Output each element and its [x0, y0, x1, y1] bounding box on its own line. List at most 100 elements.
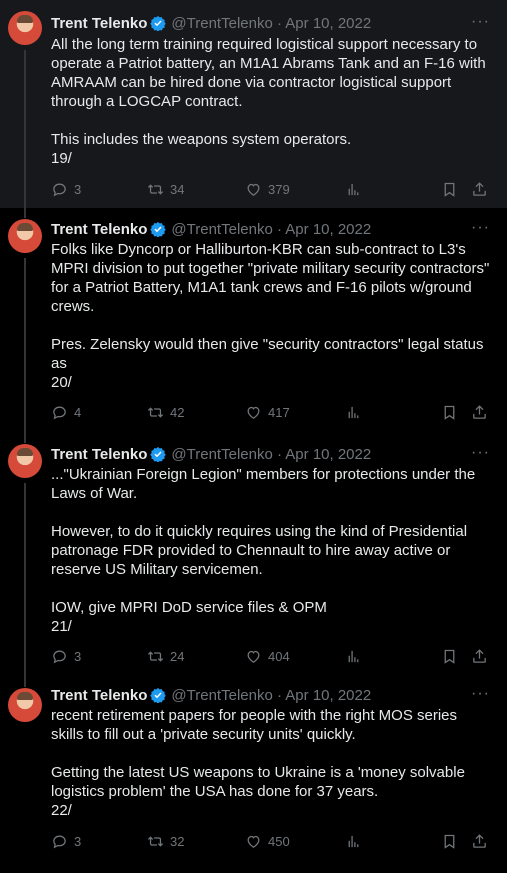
heart-icon [247, 835, 260, 848]
retweet-count: 32 [170, 833, 185, 849]
retweet-count: 24 [170, 648, 185, 664]
thread-line [24, 677, 26, 687]
handle-and-date[interactable]: @TrentTelenko · Apr 10, 2022 [171, 446, 371, 463]
reply-count: 3 [74, 181, 82, 197]
retweet-button[interactable]: 34 [147, 179, 184, 199]
reply-icon [53, 406, 66, 419]
thread-line [24, 50, 26, 208]
more-options-icon[interactable]: ··· [471, 220, 489, 240]
reply-icon [53, 183, 66, 196]
like-count: 404 [268, 648, 290, 664]
more-options-icon[interactable]: ··· [471, 445, 489, 465]
bookmark-icon [444, 405, 455, 420]
tweet-header: Trent Telenko @TrentTelenko · Apr 10, 20… [51, 219, 371, 239]
handle-and-date[interactable]: @TrentTelenko · Apr 10, 2022 [171, 221, 371, 238]
thread-line [24, 483, 26, 677]
retweet-count: 34 [170, 181, 185, 197]
retweet-icon [147, 183, 164, 195]
share-button[interactable] [471, 179, 488, 199]
views-button[interactable] [345, 646, 362, 666]
handle-and-date[interactable]: @TrentTelenko · Apr 10, 2022 [171, 15, 371, 32]
tweet[interactable]: Trent Telenko @TrentTelenko · Apr 10, 20… [0, 0, 507, 208]
verified-badge-icon [150, 688, 167, 703]
author-name[interactable]: Trent Telenko [51, 446, 147, 463]
bookmark-icon [444, 834, 455, 849]
tweet[interactable]: Trent Telenko @TrentTelenko · Apr 10, 20… [0, 208, 507, 433]
tweet-actions: 3 32 450 [51, 831, 491, 851]
tweet-actions: 3 24 404 [51, 646, 491, 666]
like-button[interactable]: 379 [245, 179, 290, 199]
avatar[interactable] [8, 11, 42, 45]
tweet[interactable]: Trent Telenko @TrentTelenko · Apr 10, 20… [0, 677, 507, 873]
retweet-icon [147, 650, 164, 662]
heart-icon [247, 650, 260, 663]
more-options-icon[interactable]: ··· [471, 14, 489, 34]
bookmark-icon [444, 649, 455, 664]
like-count: 417 [268, 404, 290, 420]
retweet-button[interactable]: 24 [147, 646, 184, 666]
verified-badge-icon [150, 222, 167, 237]
avatar[interactable] [8, 444, 42, 478]
views-button[interactable] [345, 402, 362, 422]
reply-icon [53, 835, 66, 848]
bookmark-button[interactable] [441, 646, 458, 666]
verified-badge-icon [150, 16, 167, 31]
reply-button[interactable]: 3 [51, 179, 81, 199]
reply-count: 3 [74, 648, 82, 664]
share-icon [473, 648, 486, 663]
views-chart-icon [348, 650, 359, 662]
bookmark-icon [444, 182, 455, 197]
share-icon [473, 181, 486, 196]
heart-icon [247, 183, 260, 196]
share-button[interactable] [471, 646, 488, 666]
reply-count: 3 [74, 833, 82, 849]
retweet-button[interactable]: 32 [147, 831, 184, 851]
reply-button[interactable]: 3 [51, 831, 81, 851]
avatar[interactable] [8, 219, 42, 253]
share-icon [473, 833, 486, 848]
views-button[interactable] [345, 831, 362, 851]
like-button[interactable]: 404 [245, 646, 290, 666]
share-icon [473, 404, 486, 419]
heart-icon [247, 406, 260, 419]
reply-icon [53, 650, 66, 663]
like-button[interactable]: 417 [245, 402, 290, 422]
retweet-icon [147, 406, 164, 418]
thread-line [24, 258, 26, 433]
views-chart-icon [348, 183, 359, 195]
reply-button[interactable]: 4 [51, 402, 81, 422]
views-chart-icon [348, 835, 359, 847]
share-button[interactable] [471, 402, 488, 422]
retweet-button[interactable]: 42 [147, 402, 184, 422]
tweet-text: All the long term training required logi… [51, 36, 486, 167]
views-button[interactable] [345, 179, 362, 199]
tweet-header: Trent Telenko @TrentTelenko · Apr 10, 20… [51, 444, 371, 464]
retweet-count: 42 [170, 404, 185, 420]
author-name[interactable]: Trent Telenko [51, 15, 147, 32]
reply-count: 4 [74, 404, 82, 420]
like-count: 450 [268, 833, 290, 849]
bookmark-button[interactable] [441, 179, 458, 199]
like-button[interactable]: 450 [245, 831, 290, 851]
handle-and-date[interactable]: @TrentTelenko · Apr 10, 2022 [171, 687, 371, 704]
share-button[interactable] [471, 831, 488, 851]
thread-line [24, 208, 26, 218]
tweet-actions: 3 34 379 [51, 179, 491, 199]
avatar[interactable] [8, 688, 42, 722]
retweet-icon [147, 835, 164, 847]
tweet-header: Trent Telenko @TrentTelenko · Apr 10, 20… [51, 685, 371, 705]
tweet-text: recent retirement papers for people with… [51, 707, 465, 819]
author-name[interactable]: Trent Telenko [51, 687, 147, 704]
reply-button[interactable]: 3 [51, 646, 81, 666]
thread-line [24, 433, 26, 443]
author-name[interactable]: Trent Telenko [51, 221, 147, 238]
verified-badge-icon [150, 447, 167, 462]
tweet-header: Trent Telenko @TrentTelenko · Apr 10, 20… [51, 13, 371, 33]
more-options-icon[interactable]: ··· [471, 686, 489, 706]
like-count: 379 [268, 181, 290, 197]
tweet-text: Folks like Dyncorp or Halliburton-KBR ca… [51, 241, 490, 391]
tweet-actions: 4 42 417 [51, 402, 491, 422]
bookmark-button[interactable] [441, 402, 458, 422]
bookmark-button[interactable] [441, 831, 458, 851]
tweet[interactable]: Trent Telenko @TrentTelenko · Apr 10, 20… [0, 433, 507, 677]
